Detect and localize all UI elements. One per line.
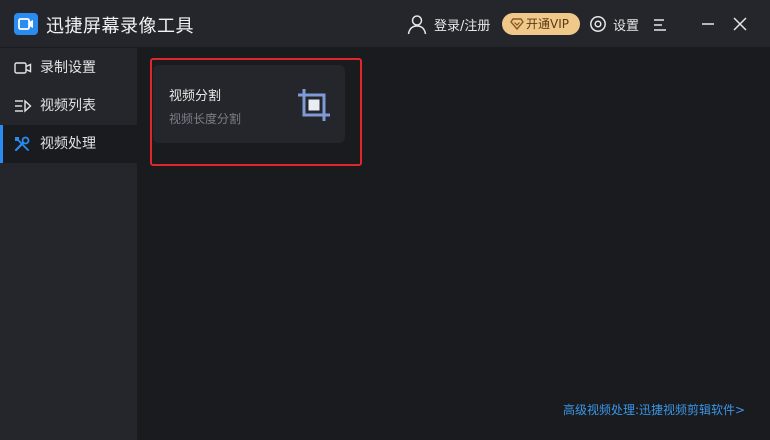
sidebar-item-label: 录制设置 xyxy=(40,60,96,76)
app-logo-icon xyxy=(14,13,38,35)
sidebar-item-label: 视频列表 xyxy=(40,98,96,114)
crop-icon xyxy=(296,87,332,123)
vip-button[interactable]: 开通VIP xyxy=(502,13,580,35)
close-icon[interactable] xyxy=(730,14,750,34)
diamond-icon xyxy=(510,18,524,31)
sidebar-item-record-settings[interactable]: 录制设置 xyxy=(0,49,137,87)
card-subtitle: 视频长度分割 xyxy=(169,112,242,126)
video-split-card[interactable]: 视频分割 视频长度分割 xyxy=(153,65,345,143)
app-title: 迅捷屏幕录像工具 xyxy=(46,16,194,37)
camera-icon xyxy=(14,62,32,74)
advanced-editor-link[interactable]: 高级视频处理:迅捷视频剪辑软件> xyxy=(563,401,745,418)
settings-button[interactable]: 设置 xyxy=(613,15,639,34)
sidebar: 录制设置 视频列表 视频处理 xyxy=(0,48,137,440)
vip-label: 开通VIP xyxy=(526,17,569,31)
sidebar-item-video-list[interactable]: 视频列表 xyxy=(0,87,137,125)
card-title: 视频分割 xyxy=(169,89,222,104)
sidebar-item-label: 视频处理 xyxy=(40,136,96,152)
gear-icon[interactable] xyxy=(589,15,607,33)
minimize-icon[interactable] xyxy=(698,14,718,34)
sidebar-item-video-processing[interactable]: 视频处理 xyxy=(0,125,137,163)
tools-icon xyxy=(14,136,30,152)
menu-icon[interactable] xyxy=(652,17,668,31)
list-icon xyxy=(15,99,32,113)
title-bar: 迅捷屏幕录像工具 登录/注册 开通VIP 设置 xyxy=(0,0,770,48)
login-register-link[interactable]: 登录/注册 xyxy=(434,15,490,34)
user-icon[interactable] xyxy=(406,13,428,35)
